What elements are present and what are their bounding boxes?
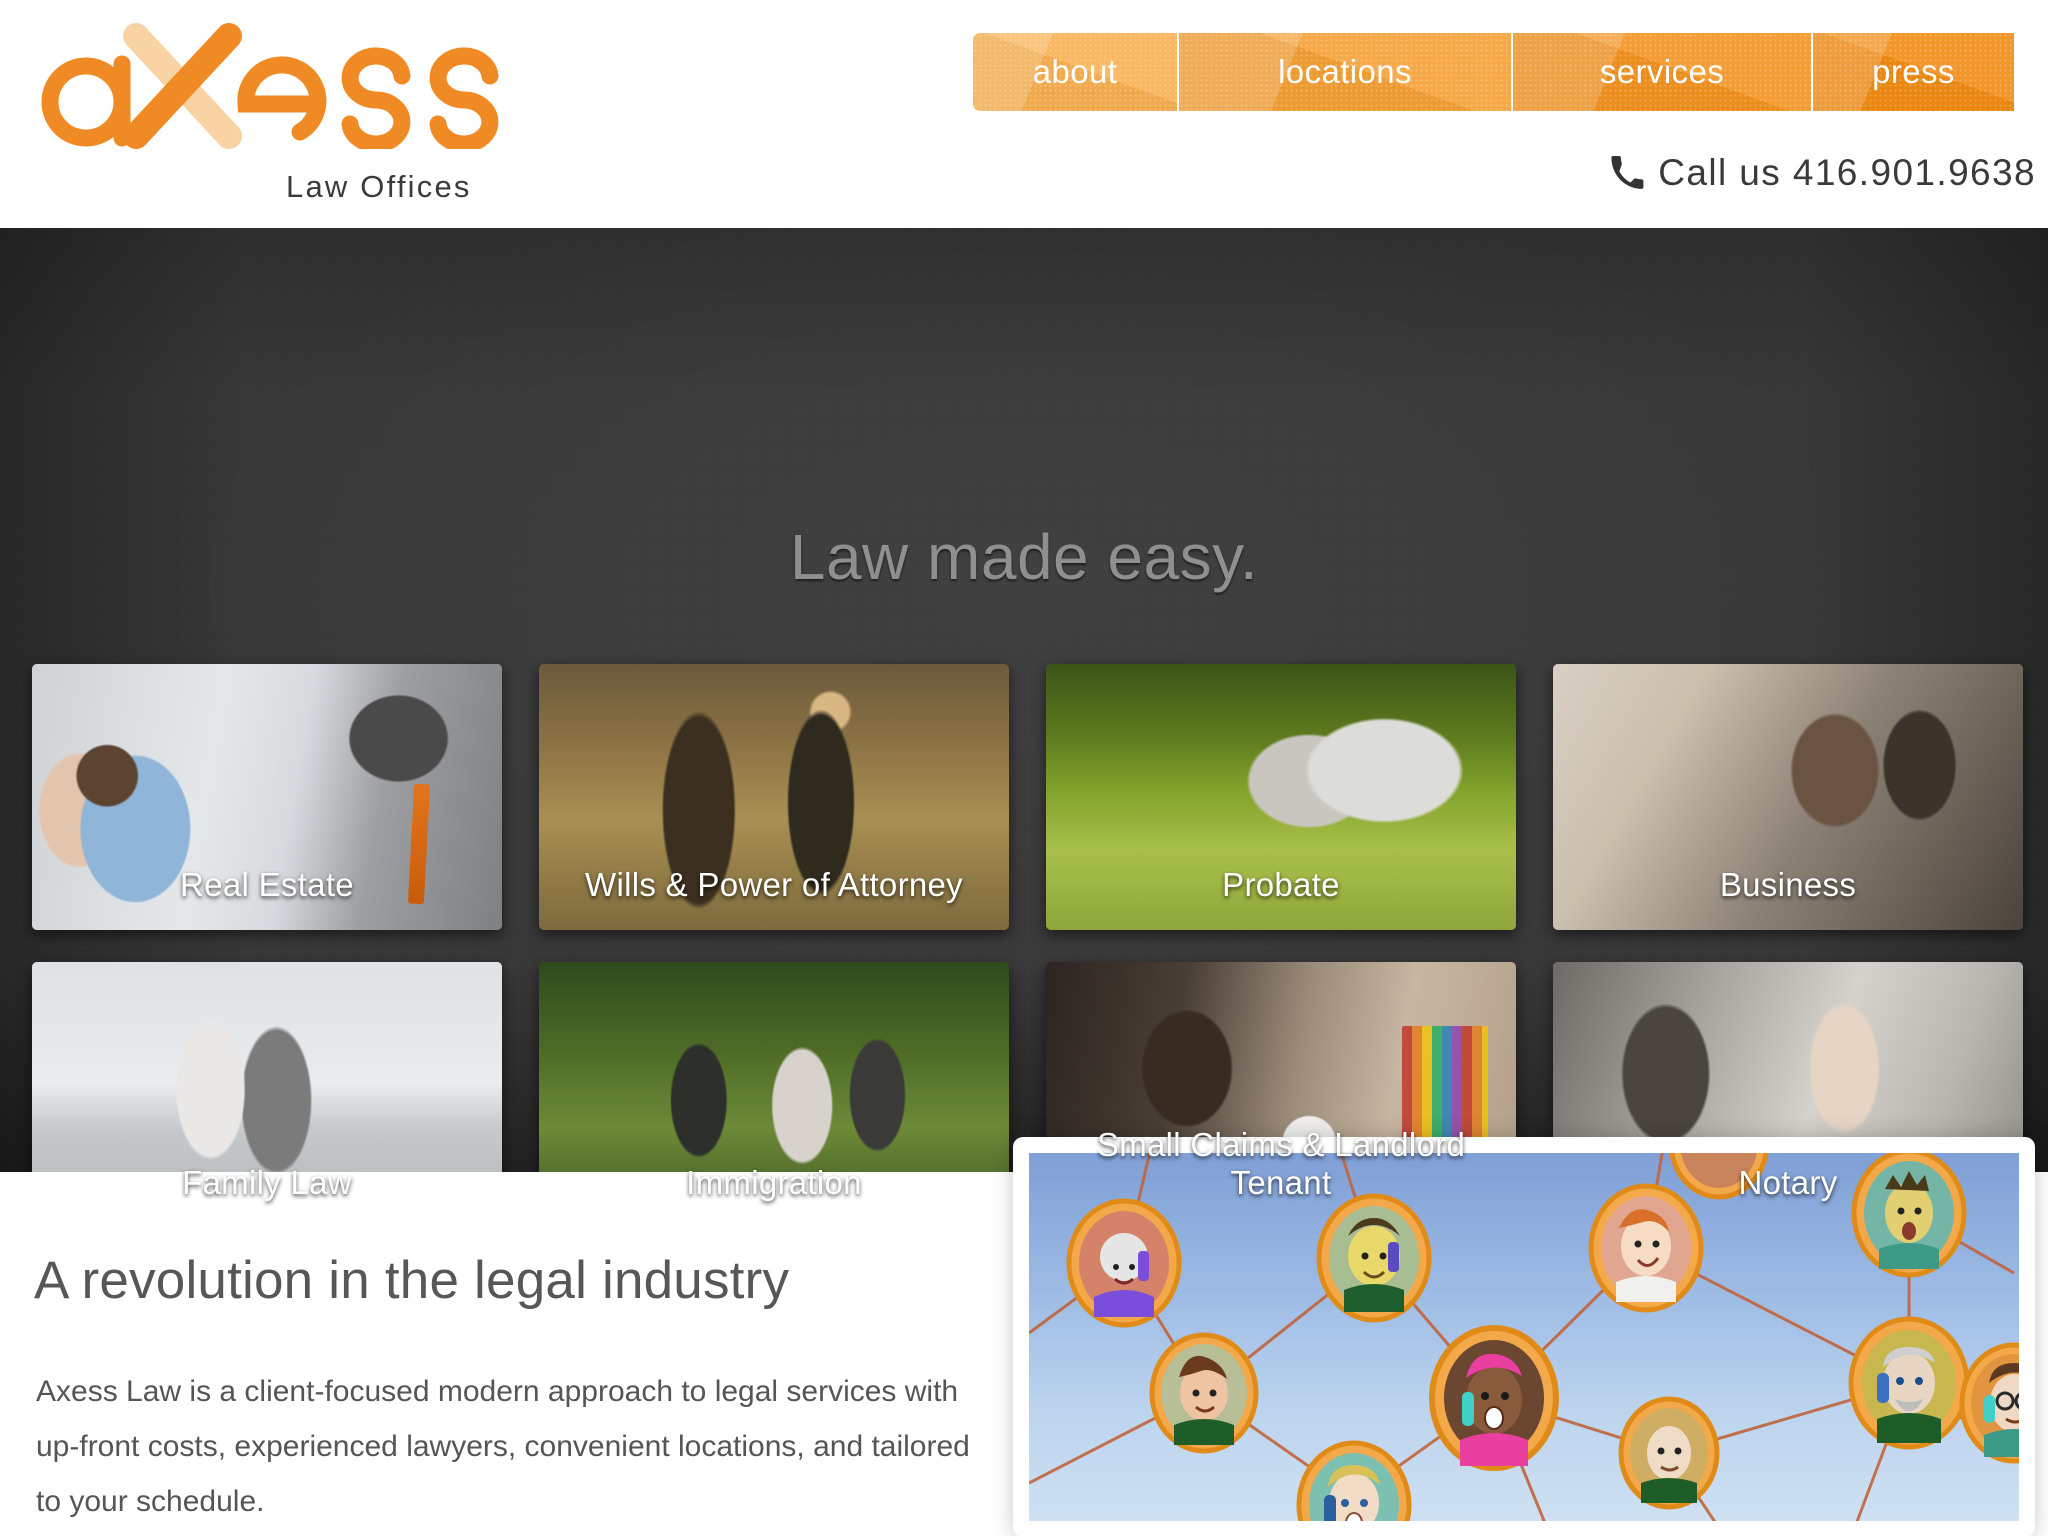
card-immigration[interactable]: Immigration: [539, 962, 1009, 1228]
card-real-estate[interactable]: Real Estate: [32, 664, 502, 930]
hero-section: Law made easy. Real Estate Wills & Power…: [0, 228, 2048, 1228]
nav-label-about: about: [1032, 53, 1118, 90]
video-viewport: [1029, 1153, 2019, 1521]
card-wills-power-of-attorney[interactable]: Wills & Power of Attorney: [539, 664, 1009, 930]
main-navigation: about locations services press: [973, 33, 2014, 111]
card-business[interactable]: Business: [1553, 664, 2023, 930]
nav-label-locations: locations: [1278, 53, 1412, 90]
nav-item-press[interactable]: press: [1813, 33, 2014, 111]
site-logo[interactable]: Law Offices: [24, 14, 564, 204]
card-label: Notary: [1738, 1164, 1838, 1201]
card-label: Probate: [1222, 866, 1340, 903]
page-root: Law Offices about locations services pre…: [0, 0, 2048, 1536]
hero-title: Law made easy.: [789, 521, 1259, 593]
nav-item-about[interactable]: about: [973, 33, 1179, 111]
card-label: Wills & Power of Attorney: [585, 866, 963, 903]
nav-label-services: services: [1599, 53, 1725, 90]
card-small-claims-landlord-tenant[interactable]: Small Claims & Landlord Tenant: [1046, 962, 1516, 1228]
call-us-text: Call us 416.901.9638: [1658, 152, 2036, 193]
phone-icon: [1611, 156, 1644, 189]
nav-label-press: press: [1872, 53, 1955, 90]
card-label: Business: [1719, 866, 1857, 903]
card-family-law[interactable]: Family Law: [32, 962, 502, 1228]
nav-item-locations[interactable]: locations: [1179, 33, 1513, 111]
network-illustration-icon: [1029, 1153, 2019, 1521]
card-label: Family Law: [182, 1164, 352, 1201]
card-notary[interactable]: Notary: [1553, 962, 2023, 1228]
intro-section: A revolution in the legal industry Axess…: [0, 1137, 2048, 1536]
card-label: Immigration: [686, 1164, 862, 1201]
intro-heading: A revolution in the legal industry: [34, 1251, 790, 1310]
intro-body: Axess Law is a client-focused modern app…: [36, 1375, 970, 1518]
card-label: Small Claims & Landlord Tenant: [1096, 1126, 1466, 1201]
site-header: Law Offices about locations services pre…: [0, 0, 2048, 228]
call-us-link[interactable]: Call us 416.901.9638: [1610, 152, 2036, 194]
card-probate[interactable]: Probate: [1046, 664, 1516, 930]
card-label: Real Estate: [180, 866, 354, 903]
axess-wordmark-icon: [41, 23, 499, 149]
nav-item-services[interactable]: services: [1513, 33, 1813, 111]
logo-tagline: Law Offices: [286, 169, 472, 204]
